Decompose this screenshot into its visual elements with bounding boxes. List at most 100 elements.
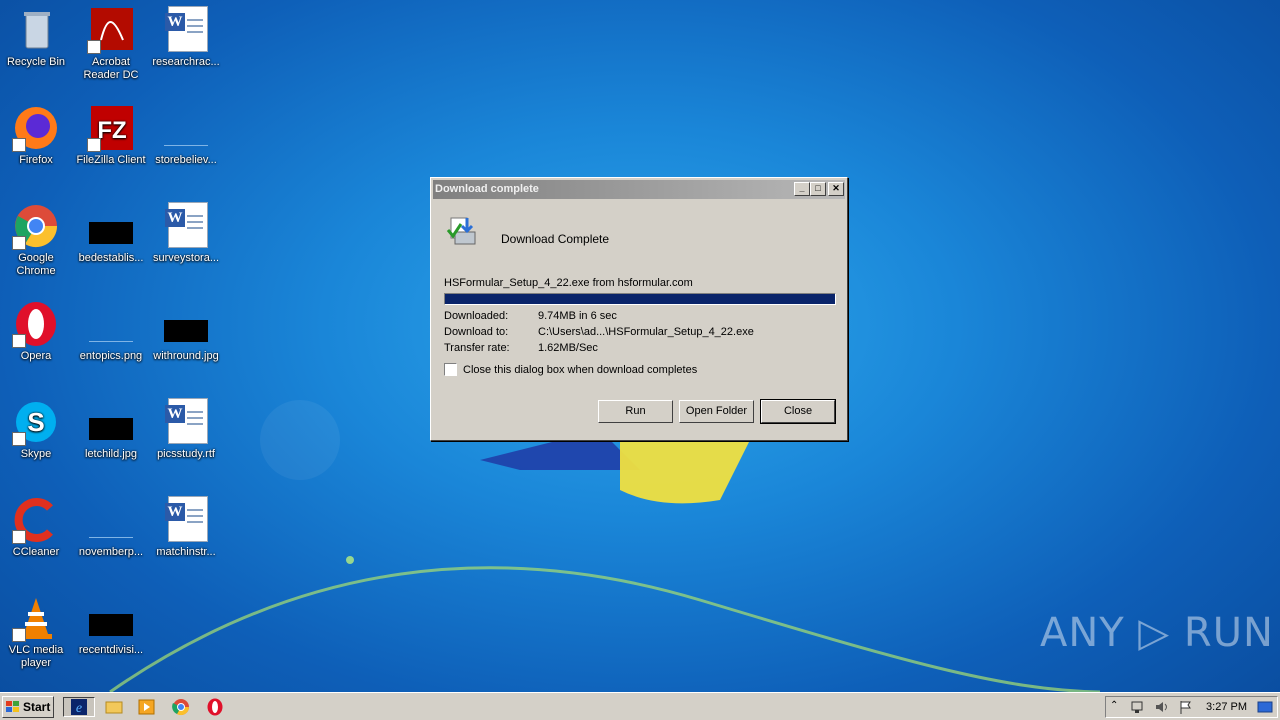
desktop-icon-firefox[interactable]: Firefox [0, 104, 74, 167]
download-to-label: Download to: [444, 326, 509, 338]
file-thumbnail-icon [89, 614, 133, 636]
close-when-complete-row[interactable]: Close this dialog box when download comp… [444, 363, 697, 376]
volume-icon[interactable] [1154, 700, 1170, 714]
file-thumbnail-icon [89, 514, 133, 538]
dialog-heading: Download Complete [501, 232, 610, 246]
shortcut-arrow-icon [12, 628, 26, 642]
opera-icon [207, 698, 223, 716]
anyrun-watermark: ANY ▷ RUN [1040, 610, 1274, 656]
shortcut-arrow-icon [12, 530, 26, 544]
shortcut-arrow-icon [12, 334, 26, 348]
chrome-taskbar-button[interactable] [170, 697, 192, 717]
desktop-icon-label: researchrac... [152, 56, 220, 68]
desktop-icon-label: Google Chrome [16, 252, 56, 277]
file-thumbnail-icon [89, 318, 133, 342]
desktop-icon-novemberp[interactable]: novemberp... [73, 496, 149, 559]
desktop-icon-entopics[interactable]: entopics.png [73, 300, 149, 363]
shortcut-arrow-icon [87, 40, 101, 54]
word-document-icon: W [162, 6, 210, 54]
desktop-icon-google-chrome[interactable]: Google Chrome [0, 202, 74, 278]
open-folder-button[interactable]: Open Folder [679, 400, 754, 423]
desktop-icon-withround[interactable]: withround.jpg [148, 300, 224, 363]
desktop-icon-label: novemberp... [78, 546, 144, 558]
word-document-icon: W [162, 202, 210, 250]
system-tray: ⌃ 3:27 PM [1105, 696, 1278, 718]
desktop-icon-label: VLC media player [8, 644, 64, 669]
desktop-icon-label: picsstudy.rtf [157, 448, 215, 460]
desktop-icon-label: Recycle Bin [6, 56, 66, 68]
desktop-icon-label: storebeliev... [155, 154, 217, 166]
desktop-icon-recentdivisi[interactable]: recentdivisi... [73, 594, 149, 657]
transfer-rate-row: Transfer rate: 1.62MB/Sec [444, 342, 598, 354]
file-thumbnail-icon [89, 222, 133, 244]
desktop-icon-surveystora[interactable]: W surveystora... [148, 202, 224, 265]
show-hidden-icons-icon[interactable]: ⌃ [1110, 700, 1126, 714]
downloaded-label: Downloaded: [444, 310, 509, 322]
progress-fill [445, 294, 835, 304]
desktop-icon-skype[interactable]: S Skype [0, 398, 74, 461]
desktop-icon-label: withround.jpg [153, 350, 219, 362]
desktop-icon-label: Acrobat Reader DC [83, 56, 139, 81]
opera-taskbar-button[interactable] [204, 697, 226, 717]
desktop-icon-researchrac[interactable]: W researchrac... [148, 6, 224, 69]
desktop-icon-ccleaner[interactable]: CCleaner [0, 496, 74, 559]
desktop-icon-letchild[interactable]: letchild.jpg [73, 398, 149, 461]
svg-text:e: e [76, 701, 82, 716]
folder-icon [105, 701, 123, 714]
minimize-button[interactable]: _ [794, 182, 810, 196]
desktop-icon-label: Skype [20, 448, 52, 460]
file-thumbnail-icon [164, 320, 208, 342]
svg-text:FZ: FZ [97, 117, 126, 144]
show-desktop-icon[interactable] [1257, 700, 1273, 714]
desktop-icon-label: Firefox [19, 154, 53, 166]
close-window-button[interactable]: ✕ [828, 182, 844, 196]
download-progress-bar [444, 293, 836, 305]
shortcut-arrow-icon [12, 138, 26, 152]
shortcut-arrow-icon [87, 138, 101, 152]
word-document-icon: W [162, 398, 210, 446]
file-thumbnail-icon [164, 122, 208, 146]
run-button[interactable]: Run [598, 400, 673, 423]
desktop-icon-label: entopics.png [79, 350, 143, 362]
taskbar-clock[interactable]: 3:27 PM [1206, 701, 1247, 713]
svg-text:S: S [27, 407, 44, 437]
download-to-value: C:\Users\ad...\HSFormular_Setup_4_22.exe [538, 326, 754, 338]
desktop-icon-label: recentdivisi... [78, 644, 144, 656]
downloaded-row: Downloaded: 9.74MB in 6 sec [444, 310, 617, 322]
action-center-flag-icon[interactable] [1178, 700, 1194, 714]
downloaded-value: 9.74MB in 6 sec [538, 310, 617, 322]
chrome-icon [172, 699, 190, 716]
download-to-row: Download to: C:\Users\ad...\HSFormular_Se… [444, 326, 754, 338]
shortcut-arrow-icon [12, 432, 26, 446]
desktop-icon-recycle-bin[interactable]: Recycle Bin [0, 6, 74, 69]
start-button[interactable]: Start [2, 696, 54, 718]
media-player-taskbar-button[interactable] [136, 697, 158, 717]
desktop-icon-opera[interactable]: Opera [0, 300, 74, 363]
maximize-button[interactable]: □ [810, 182, 826, 196]
start-label: Start [23, 700, 51, 714]
desktop-icon-label: FileZilla Client [76, 154, 146, 166]
explorer-taskbar-button[interactable] [103, 697, 125, 717]
windows-flag-icon [6, 701, 19, 712]
desktop-icon-matchinstr[interactable]: W matchinstr... [148, 496, 224, 559]
internet-explorer-taskbar-button[interactable]: e [63, 697, 95, 717]
desktop-icon-label: letchild.jpg [85, 448, 137, 460]
desktop-icon-label: Opera [20, 350, 52, 362]
desktop-icon-storebeliev[interactable]: storebeliev... [148, 104, 224, 167]
network-icon[interactable] [1130, 700, 1146, 714]
transfer-rate-label: Transfer rate: [444, 342, 510, 354]
desktop-icon-label: surveystora... [152, 252, 220, 264]
desktop-icon-filezilla[interactable]: FZ FileZilla Client [73, 104, 149, 167]
desktop-icon-bedestablis[interactable]: bedestablis... [73, 202, 149, 265]
desktop-icon-label: matchinstr... [156, 546, 216, 558]
download-file-line: HSFormular_Setup_4_22.exe from hsformula… [444, 277, 693, 289]
close-button[interactable]: Close [760, 399, 836, 424]
recycle-bin-icon [24, 12, 50, 49]
desktop-icon-vlc[interactable]: VLC media player [0, 594, 74, 670]
desktop-icon-acrobat-reader[interactable]: Acrobat Reader DC [73, 6, 149, 82]
desktop-icon-picsstudy[interactable]: W picsstudy.rtf [148, 398, 224, 461]
desktop-icon-label: CCleaner [12, 546, 60, 558]
close-when-complete-label: Close this dialog box when download comp… [463, 363, 698, 376]
close-when-complete-checkbox[interactable] [444, 363, 457, 376]
dialog-titlebar[interactable]: Download complete _ □ ✕ [433, 180, 845, 199]
